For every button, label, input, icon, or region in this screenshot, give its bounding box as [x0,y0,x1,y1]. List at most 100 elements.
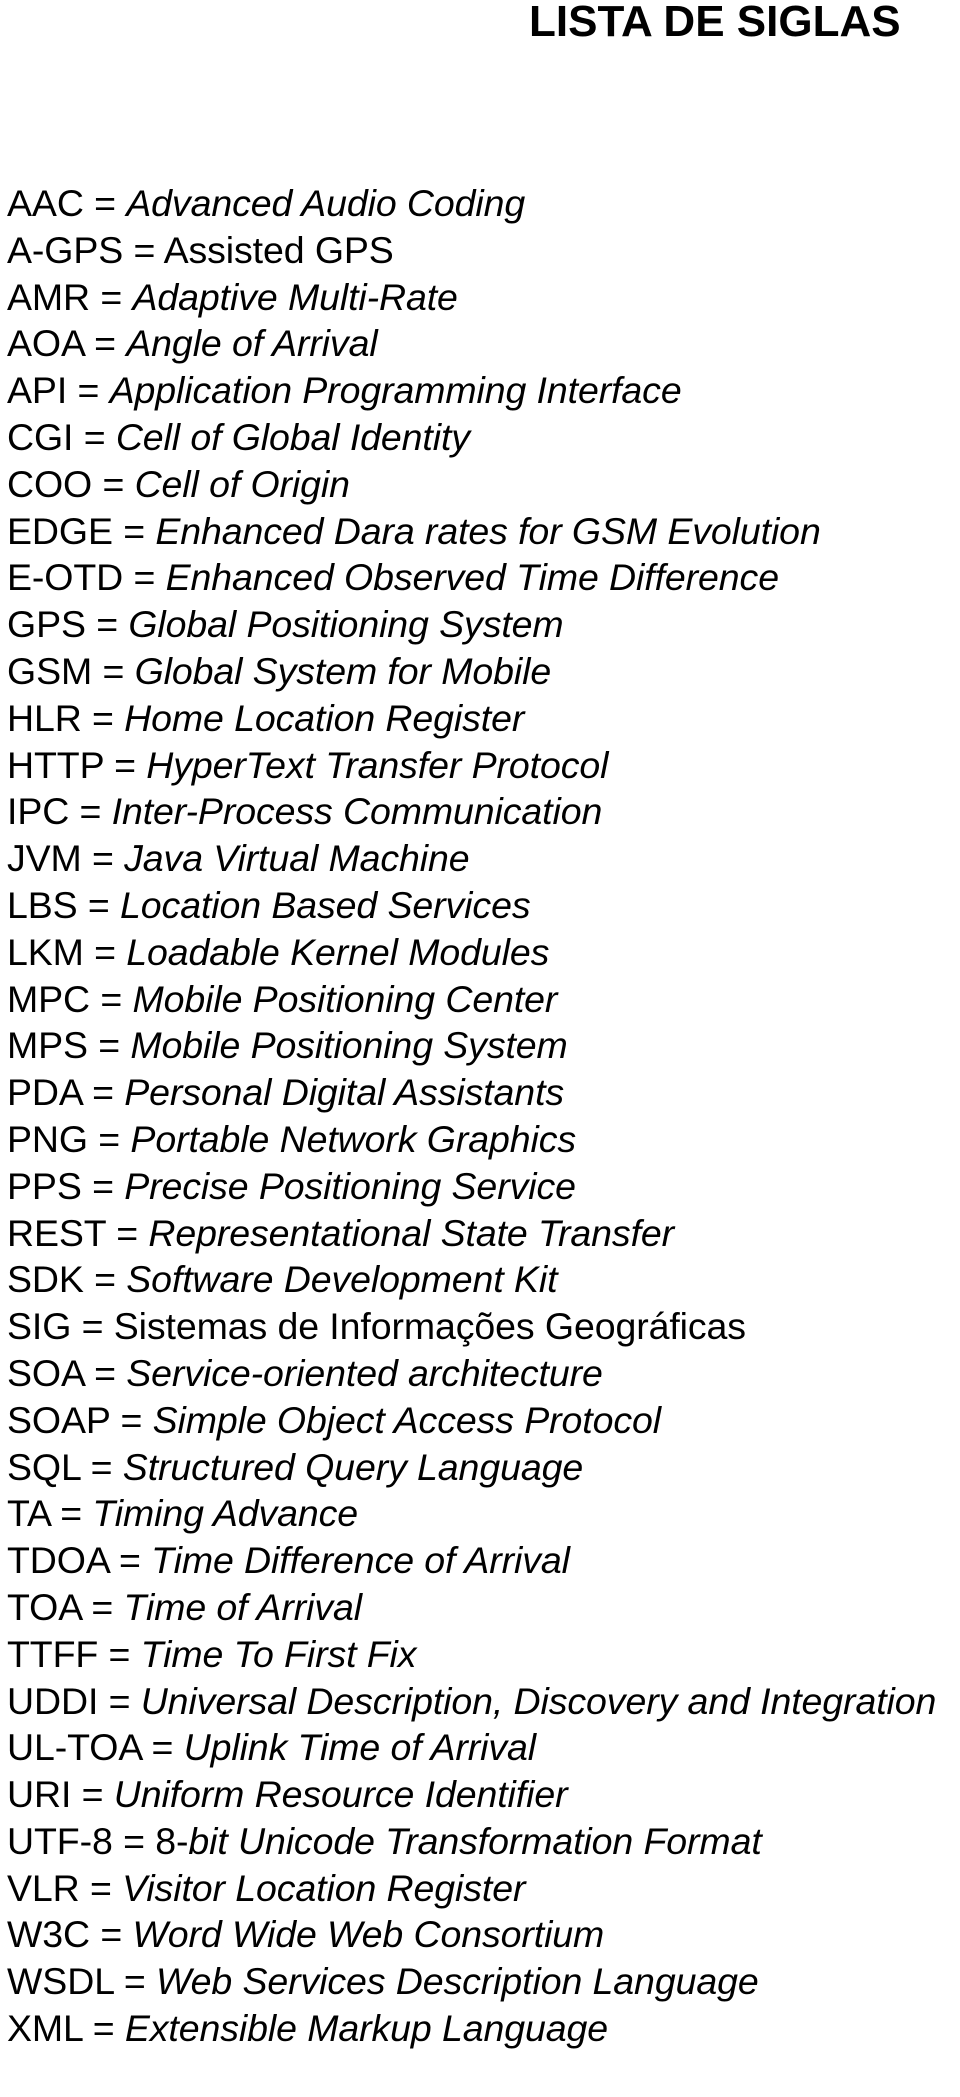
acronym-definition: Cell of Origin [134,462,350,505]
acronym-definition: Advanced Audio Coding [126,182,526,224]
acronym-abbreviation: PDA [7,1071,82,1114]
acronym-definition: Inter-Process Communication [111,790,603,833]
equals-separator: = [83,1351,127,1394]
acronym-abbreviation: A-GPS [7,228,124,271]
acronym-definition: Personal Digital Assistants [124,1071,565,1114]
acronym-definition: Representational State Transfer [148,1211,675,1254]
acronym-abbreviation: MPS [7,1024,88,1067]
list-item: GSM = Global System for Mobile [7,648,936,695]
acronym-definition: Global Positioning System [128,603,564,646]
acronym-definition: Cell of Global Identity [115,415,470,458]
list-item: UDDI = Universal Description, Discovery … [7,1678,936,1725]
acronym-abbreviation: IPC [7,790,70,833]
list-item: VLR = Visitor Location Register [7,1865,936,1912]
acronym-definition: Application Programming Interface [109,369,682,412]
list-item: SQL = Structured Query Language [7,1444,936,1491]
list-item: SIG = Sistemas de Informações Geográfica… [7,1303,936,1350]
acronym-abbreviation: LKM [7,930,84,973]
acronym-abbreviation: PPS [7,1164,82,1207]
acronym-definition: HyperText Transfer Protocol [146,743,609,786]
equals-separator: = [79,1866,123,1909]
acronym-abbreviation: HTTP [7,743,104,786]
acronym-abbreviation: AAC [7,182,84,224]
list-item: MPS = Mobile Positioning System [7,1022,936,1069]
equals-separator: = [113,1960,156,2003]
equals-separator: = [81,837,125,880]
equals-separator: = [87,1024,131,1067]
equals-separator: = [80,1445,123,1488]
acronym-definition: Home Location Register [124,696,525,739]
acronym-list: AAC = Advanced Audio Coding A-GPS = Assis… [7,180,936,2052]
list-item: XML = Extensible Markup Language [7,2005,936,2052]
acronym-definition: Software Development Kit [126,1258,558,1301]
equals-separator: = [105,1211,149,1254]
acronym-definition: Time of Arrival [123,1585,362,1628]
acronym-abbreviation: HLR [7,696,82,739]
acronym-abbreviation: AMR [7,275,91,318]
list-item: E-OTD = Enhanced Observed Time Differenc… [7,554,936,601]
acronym-abbreviation: COO [7,462,93,505]
acronym-abbreviation: SOAP [7,1398,111,1441]
acronym-abbreviation: W3C [7,1913,91,1956]
list-item: TTFF = Time To First Fix [7,1631,936,1678]
acronym-definition: Mobile Positioning System [130,1024,568,1067]
acronym-abbreviation: TTFF [7,1632,99,1675]
acronym-abbreviation: PNG [7,1117,88,1160]
equals-separator: = [82,2007,125,2050]
equals-separator: = [77,883,121,926]
acronym-abbreviation: REST [7,1211,106,1254]
acronym-abbreviation: WSDL [7,1960,114,2003]
acronym-abbreviation: TDOA [7,1539,109,1582]
list-item: IPC = Inter-Process Communication [7,788,936,835]
acronym-abbreviation: SOA [7,1351,84,1394]
equals-separator: = [81,1071,125,1114]
list-item: HLR = Home Location Register [7,695,936,742]
equals-separator: = [110,1398,153,1441]
acronym-definition: Web Services Description Language [156,1960,759,2003]
equals-separator: = [81,696,125,739]
acronym-definition: bit Unicode Transformation Format [188,1819,762,1862]
equals-separator: = [71,1305,114,1348]
acronym-definition: Loadable Kernel Modules [126,930,550,973]
list-item: PNG = Portable Network Graphics [7,1116,936,1163]
equals-separator: = [123,556,166,599]
acronym-abbreviation: JVM [7,837,82,880]
equals-separator: = [123,228,164,271]
acronym-abbreviation: URI [7,1773,72,1816]
equals-separator: = [83,1258,127,1301]
acronym-abbreviation: CGI [7,415,74,458]
acronym-definition: Adaptive Multi-Rate [132,275,458,318]
equals-separator: = [87,1117,131,1160]
acronym-abbreviation: MPC [7,977,91,1020]
acronym-abbreviation: UL-TOA [7,1726,142,1769]
acronym-definition: Universal Description, Discovery and Int… [140,1679,937,1722]
equals-separator: = [69,790,112,833]
list-item: GPS = Global Positioning System [7,601,936,648]
equals-separator: = [112,1819,156,1862]
acronym-abbreviation: TA [7,1492,50,1535]
equals-separator: = [73,415,116,458]
list-item: EDGE = Enhanced Dara rates for GSM Evolu… [7,508,936,555]
equals-separator: = [81,1164,125,1207]
acronym-abbreviation: SDK [7,1258,84,1301]
equals-separator: = [90,275,133,318]
list-item: LBS = Location Based Services [7,882,936,929]
equals-separator: = [108,1539,152,1582]
acronym-definition: Time Difference of Arrival [151,1539,570,1582]
acronym-abbreviation: SIG [7,1305,72,1348]
acronym-definition: Angle of Arrival [126,322,378,365]
list-item: PDA = Personal Digital Assistants [7,1069,936,1116]
acronym-abbreviation: AOA [7,322,84,365]
acronym-definition: Precise Positioning Service [124,1164,576,1207]
acronym-abbreviation: API [7,369,68,412]
equals-separator: = [85,603,129,646]
acronym-definition: Sistemas de Informações Geográficas [113,1305,746,1348]
list-item: TDOA = Time Difference of Arrival [7,1537,936,1584]
list-item: JVM = Java Virtual Machine [7,835,936,882]
acronym-definition: Java Virtual Machine [124,837,470,880]
acronym-abbreviation: E-OTD [7,556,124,599]
equals-separator: = [83,182,127,224]
acronym-definition: Time To First Fix [140,1632,417,1675]
list-item: PPS = Precise Positioning Service [7,1163,936,1210]
list-item: WSDL = Web Services Description Language [7,1958,936,2005]
